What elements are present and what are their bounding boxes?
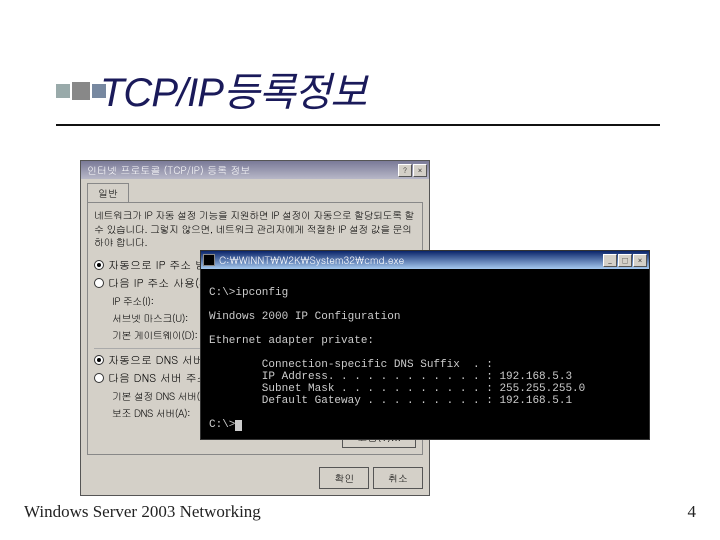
accent-sq (92, 84, 106, 98)
help-button[interactable]: ? (398, 164, 412, 177)
cmd-icon (203, 254, 215, 266)
footer-text: Windows Server 2003 Networking (24, 502, 261, 522)
dialog-description: 네트워크가 IP 자동 설정 기능을 지원하면 IP 설정이 자동으로 할당되도… (94, 209, 416, 250)
accent-sq (72, 82, 90, 100)
page-number: 4 (688, 502, 697, 522)
close-button[interactable]: × (633, 254, 647, 267)
title-rule (56, 124, 660, 126)
dialog-title-text: 인터넷 프로토콜 (TCP/IP) 등록 정보 (83, 163, 397, 177)
minimize-button[interactable]: _ (603, 254, 617, 267)
ok-button[interactable]: 확인 (319, 467, 369, 489)
radio-label: 다음 IP 주소 사용(S): (108, 276, 214, 291)
cmd-window: C:\WINNT\W2K\System32\cmd.exe _ □ × C:\>… (200, 250, 650, 440)
radio-icon (94, 260, 104, 270)
terminal-text: C:\>ipconfig Windows 2000 IP Configurati… (209, 287, 585, 431)
close-button[interactable]: × (413, 164, 427, 177)
slide-title: TCP/IP등록정보 (100, 60, 660, 118)
radio-icon (94, 278, 104, 288)
accent-sq (56, 84, 70, 98)
title-area: TCP/IP등록정보 (60, 60, 660, 126)
tab-general[interactable]: 일반 (87, 183, 129, 202)
maximize-button[interactable]: □ (618, 254, 632, 267)
slide: TCP/IP등록정보 인터넷 프로토콜 (TCP/IP) 등록 정보 ? × 일… (0, 0, 720, 540)
terminal-output[interactable]: C:\>ipconfig Windows 2000 IP Configurati… (201, 269, 649, 439)
dialog-titlebar[interactable]: 인터넷 프로토콜 (TCP/IP) 등록 정보 ? × (81, 161, 429, 179)
cancel-button[interactable]: 취소 (373, 467, 423, 489)
cursor-icon (235, 420, 242, 431)
dialog-buttons: 확인 취소 (81, 461, 429, 495)
slide-footer: Windows Server 2003 Networking 4 (24, 502, 696, 522)
cmd-title-text: C:\WINNT\W2K\System32\cmd.exe (219, 253, 602, 267)
cmd-titlebar[interactable]: C:\WINNT\W2K\System32\cmd.exe _ □ × (201, 251, 649, 269)
accent-squares (56, 84, 108, 102)
radio-icon (94, 355, 104, 365)
radio-icon (94, 373, 104, 383)
